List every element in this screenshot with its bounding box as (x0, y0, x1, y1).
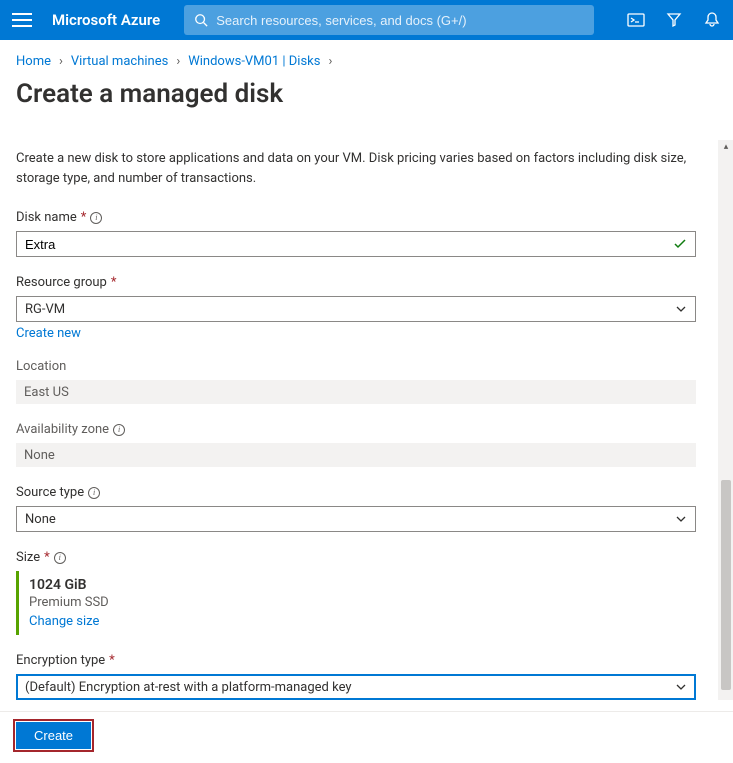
location-label: Location (16, 359, 717, 374)
global-search[interactable] (184, 5, 594, 35)
search-input[interactable] (216, 13, 584, 28)
size-block: 1024 GiB Premium SSD Change size (16, 571, 717, 635)
chevron-down-icon (675, 515, 687, 523)
size-label: Size * i (16, 550, 717, 565)
field-encryption-type: Encryption type * (Default) Encryption a… (16, 653, 717, 700)
bottom-bar: Create (0, 711, 733, 763)
checkmark-icon (673, 239, 687, 249)
availability-zone-value: None (16, 443, 696, 467)
top-bar: Microsoft Azure (0, 0, 733, 40)
create-button[interactable]: Create (16, 722, 91, 749)
info-icon[interactable]: i (54, 552, 66, 564)
chevron-right-icon: › (59, 54, 63, 69)
required-indicator: * (111, 275, 117, 290)
field-resource-group: Resource group * RG-VM Create new (16, 275, 717, 341)
encryption-type-select[interactable]: (Default) Encryption at-rest with a plat… (16, 674, 696, 700)
required-indicator: * (44, 550, 50, 565)
form-content: Create a new disk to store applications … (0, 117, 733, 718)
create-new-link[interactable]: Create new (16, 326, 81, 341)
info-icon[interactable]: i (113, 424, 125, 436)
size-tier: Premium SSD (29, 595, 717, 610)
topbar-icons (609, 11, 721, 29)
chevron-down-icon (675, 305, 687, 313)
required-indicator: * (81, 210, 87, 225)
breadcrumb-home[interactable]: Home (16, 54, 51, 69)
notifications-icon[interactable] (703, 11, 721, 29)
disk-name-input[interactable] (16, 231, 696, 257)
chevron-right-icon: › (176, 54, 180, 69)
source-type-value: None (25, 512, 56, 527)
page-description: Create a new disk to store applications … (16, 149, 696, 188)
search-icon (194, 13, 208, 27)
field-size: Size * i 1024 GiB Premium SSD Change siz… (16, 550, 717, 635)
disk-name-label: Disk name * i (16, 210, 717, 225)
breadcrumb-disks[interactable]: Windows-VM01 | Disks (188, 54, 320, 69)
field-availability-zone: Availability zone i None (16, 422, 717, 467)
brand-label[interactable]: Microsoft Azure (52, 11, 160, 29)
field-disk-name: Disk name * i (16, 210, 717, 257)
cloud-shell-icon[interactable] (627, 11, 645, 29)
availability-zone-label: Availability zone i (16, 422, 717, 437)
breadcrumb-vms[interactable]: Virtual machines (71, 54, 168, 69)
source-type-label: Source type i (16, 485, 717, 500)
breadcrumb: Home › Virtual machines › Windows-VM01 |… (0, 40, 733, 79)
info-icon[interactable]: i (90, 212, 102, 224)
directory-filter-icon[interactable] (665, 11, 683, 29)
required-indicator: * (109, 653, 115, 668)
field-location: Location East US (16, 359, 717, 404)
page-title: Create a managed disk (0, 79, 733, 117)
encryption-type-label: Encryption type * (16, 653, 717, 668)
resource-group-value: RG-VM (25, 302, 65, 317)
chevron-right-icon: › (328, 54, 332, 69)
location-value: East US (16, 380, 696, 404)
field-source-type: Source type i None (16, 485, 717, 532)
source-type-select[interactable]: None (16, 506, 696, 532)
change-size-link[interactable]: Change size (29, 614, 99, 629)
disk-name-field[interactable] (25, 237, 667, 252)
info-icon[interactable]: i (88, 487, 100, 499)
encryption-type-value: (Default) Encryption at-rest with a plat… (25, 680, 352, 695)
chevron-down-icon (675, 683, 687, 691)
size-value: 1024 GiB (29, 577, 717, 593)
menu-icon[interactable] (12, 13, 32, 27)
resource-group-select[interactable]: RG-VM (16, 296, 696, 322)
resource-group-label: Resource group * (16, 275, 717, 290)
